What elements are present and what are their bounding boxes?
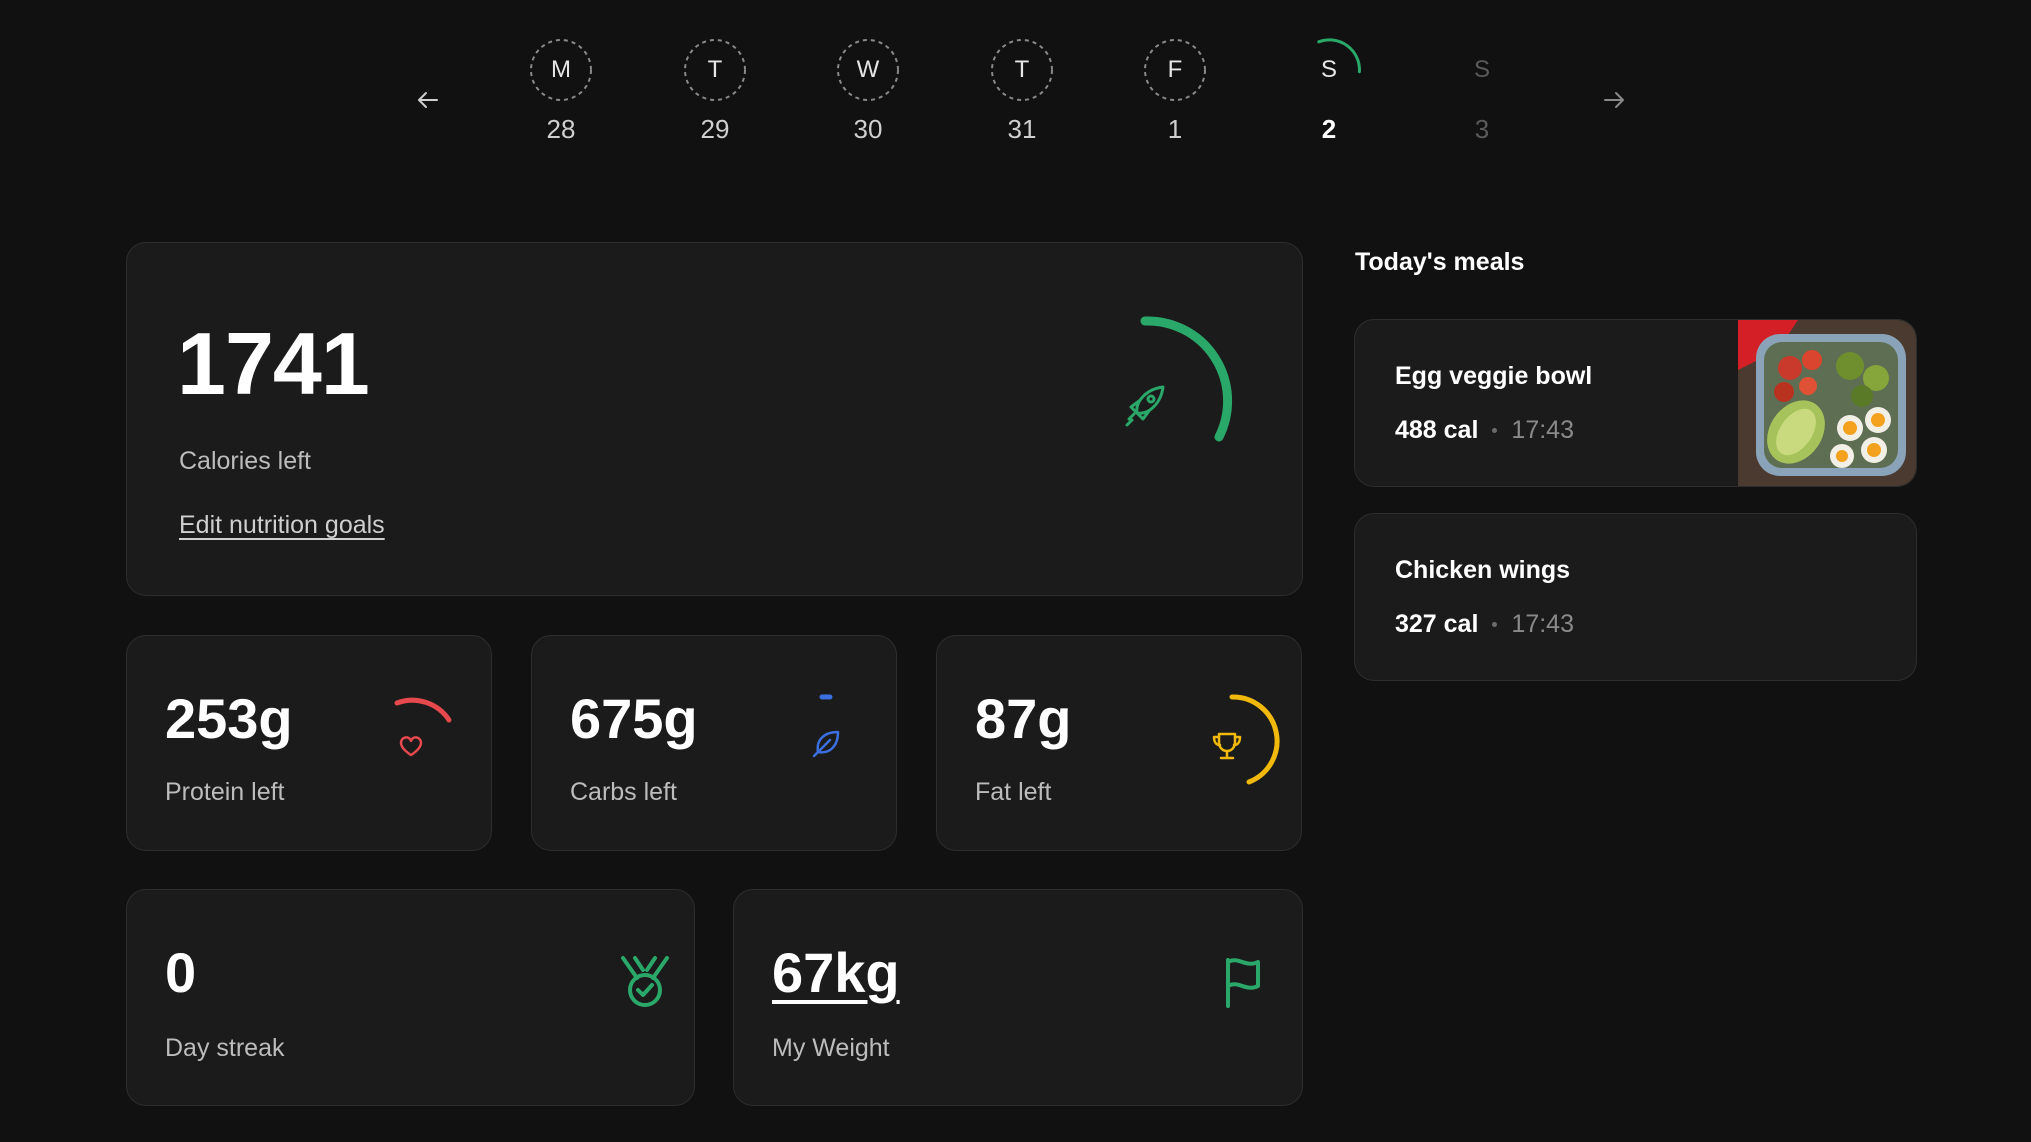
meal-name: Egg veggie bowl: [1395, 362, 1593, 390]
nutrition-dashboard: M 28 T 29 W 30 T 31 F 1 S 2 S 3 1741 Cal…: [0, 0, 2031, 1142]
my-weight-card[interactable]: 67kg My Weight: [733, 889, 1303, 1106]
trophy-icon: [1212, 732, 1242, 760]
day-friday[interactable]: F 1: [1120, 38, 1230, 148]
meal-time: 17:43: [1511, 610, 1574, 638]
protein-left-label: Protein left: [165, 778, 285, 806]
edit-nutrition-goals-link[interactable]: Edit nutrition goals: [179, 511, 385, 540]
fat-left-value: 87g: [975, 687, 1072, 750]
leaf-icon: [812, 730, 840, 758]
day-monday[interactable]: M 28: [506, 38, 616, 148]
day-letter: T: [1014, 56, 1030, 83]
meal-item[interactable]: Egg veggie bowl 488 cal 17:43: [1354, 319, 1917, 487]
calories-left-label: Calories left: [179, 447, 311, 475]
previous-week-button[interactable]: [406, 78, 450, 122]
day-date: 2: [1321, 114, 1337, 144]
day-letter: M: [551, 56, 571, 83]
day-letter: T: [707, 56, 723, 83]
calories-card: 1741 Calories left Edit nutrition goals: [126, 242, 1303, 596]
medal-icon: [621, 956, 669, 1007]
day-thursday[interactable]: T 31: [967, 38, 1077, 148]
meal-item[interactable]: Chicken wings 327 cal 17:43: [1354, 513, 1917, 681]
day-date: 31: [1007, 114, 1037, 144]
day-date: 1: [1167, 114, 1183, 144]
fat-left-label: Fat left: [975, 778, 1052, 806]
fat-card: 87g Fat left: [936, 635, 1302, 851]
meal-calories: 488 cal: [1395, 416, 1479, 444]
day-streak-card: 0 Day streak: [126, 889, 695, 1106]
day-letter: F: [1167, 56, 1183, 83]
meal-meta: 327 cal 17:43: [1395, 610, 1574, 639]
day-letter: S: [1473, 56, 1490, 83]
flag-icon: [1226, 958, 1260, 1008]
protein-progress-ring: [394, 697, 452, 757]
calories-left-value: 1741: [177, 314, 370, 413]
day-streak-label: Day streak: [165, 1034, 285, 1062]
day-streak-value: 0: [165, 941, 197, 1004]
carbs-card: 675g Carbs left: [531, 635, 897, 851]
carbs-progress-ring: [812, 694, 840, 758]
carbs-left-value: 675g: [570, 687, 698, 750]
protein-left-value: 253g: [165, 687, 293, 750]
day-date: 30: [853, 114, 883, 144]
meal-photo: [1738, 320, 1916, 486]
rocket-icon: [1125, 385, 1165, 427]
meal-name: Chicken wings: [1395, 556, 1571, 584]
day-letter: W: [856, 56, 880, 83]
day-date: 29: [700, 114, 730, 144]
day-wednesday[interactable]: W 30: [813, 38, 923, 148]
arrow-right-icon: [1604, 92, 1624, 108]
arrow-left-icon: [418, 92, 438, 108]
carbs-left-label: Carbs left: [570, 778, 677, 806]
my-weight-label: My Weight: [772, 1034, 890, 1062]
separator-dot: [1492, 428, 1498, 433]
todays-meals-title: Today's meals: [1355, 248, 1525, 276]
my-weight-value[interactable]: 67kg: [772, 940, 900, 1005]
day-saturday-selected[interactable]: S 2: [1274, 38, 1384, 148]
day-date: 28: [546, 114, 576, 144]
meal-calories: 327 cal: [1395, 610, 1479, 638]
day-letter: S: [1320, 56, 1337, 83]
day-sunday[interactable]: S 3: [1427, 38, 1537, 148]
meal-time: 17:43: [1511, 416, 1574, 444]
meal-meta: 488 cal 17:43: [1395, 416, 1574, 445]
fat-progress-ring: [1212, 694, 1280, 785]
next-week-button[interactable]: [1592, 78, 1636, 122]
day-date: 3: [1474, 114, 1490, 144]
separator-dot: [1492, 622, 1498, 627]
calories-progress-ring: [1125, 316, 1233, 442]
heart-icon: [399, 736, 423, 757]
day-tuesday[interactable]: T 29: [660, 38, 770, 148]
protein-card: 253g Protein left: [126, 635, 492, 851]
